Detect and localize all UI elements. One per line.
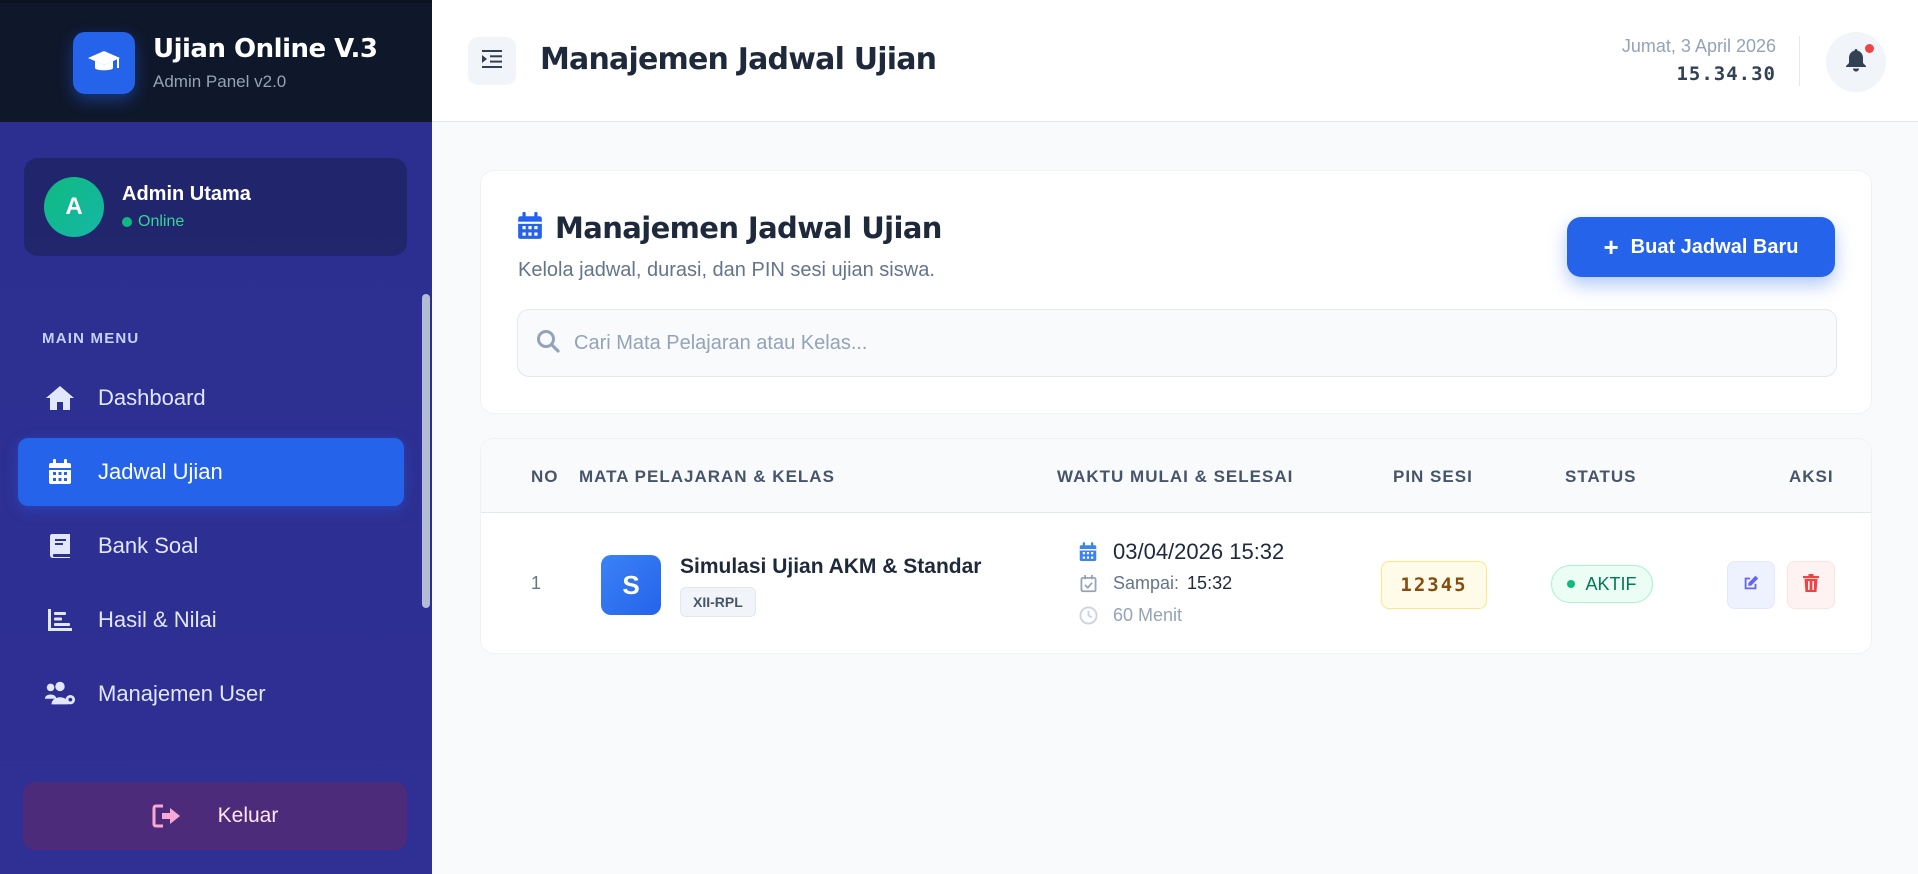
graduation-cap-icon: [73, 31, 135, 94]
home-icon: [44, 382, 76, 414]
sidebar-item-manajemen-user[interactable]: Manajemen User: [18, 660, 404, 728]
class-badge: XII-RPL: [680, 587, 756, 617]
column-header-status: STATUS: [1565, 467, 1637, 486]
subject-avatar: S: [601, 555, 661, 615]
book-icon: [44, 530, 76, 562]
datetime: Jumat, 3 April 2026 15.34.30: [1622, 36, 1776, 85]
brand-subtitle: Admin Panel v2.0: [153, 71, 287, 91]
menu-section-label: MAIN MENU: [42, 330, 140, 347]
sidebar-item-jadwal-ujian[interactable]: Jadwal Ujian: [18, 438, 404, 506]
sidebar-item-label: Manajemen User: [98, 681, 266, 706]
sidebar-item-bank-soal[interactable]: Bank Soal: [18, 512, 404, 580]
user-status: Online: [122, 213, 251, 231]
page-title: Manajemen Jadwal Ujian: [540, 42, 937, 77]
section-title: Manajemen Jadwal Ujian: [517, 211, 942, 245]
user-card: A Admin Utama Online: [24, 158, 407, 256]
column-header-time: WAKTU MULAI & SELESAI: [1057, 467, 1294, 486]
notification-badge: [1865, 44, 1874, 53]
duration-value: 60 Menit: [1113, 605, 1183, 625]
end-time-value: 15:32: [1187, 573, 1233, 593]
logout-icon: [152, 804, 182, 828]
start-time: 03/04/2026 15:32: [1077, 539, 1284, 565]
sidebar-item-label: Hasil & Nilai: [98, 607, 217, 632]
column-header-pin: PIN SESI: [1393, 467, 1473, 486]
status-badge: AKTIF: [1551, 565, 1653, 603]
delete-button[interactable]: [1787, 561, 1835, 609]
brand-title: Ujian Online V.3: [153, 33, 378, 64]
bell-icon: [1845, 48, 1867, 77]
header-divider: [1799, 36, 1800, 86]
clock-icon: [1077, 606, 1099, 625]
column-header-action: AKSI: [1789, 467, 1834, 486]
row-number: 1: [531, 573, 542, 593]
section-title-text: Manajemen Jadwal Ujian: [555, 211, 942, 245]
session-pin: 12345: [1381, 561, 1487, 609]
calendar-icon: [517, 211, 543, 245]
user-name: Admin Utama: [122, 183, 251, 205]
brand: Ujian Online V.3 Admin Panel v2.0: [0, 0, 432, 122]
calendar-check-icon: [1077, 574, 1099, 593]
edit-button[interactable]: [1727, 561, 1775, 609]
schedule-header-card: Manajemen Jadwal Ujian Kelola jadwal, du…: [480, 170, 1872, 414]
edit-icon: [1742, 574, 1760, 597]
status-dot-icon: [1567, 580, 1576, 588]
calendar-icon: [1077, 542, 1099, 562]
duration: 60 Menit: [1077, 605, 1182, 626]
avatar: A: [44, 177, 104, 237]
user-status-label: Online: [138, 213, 185, 230]
chart-icon: [44, 604, 76, 636]
start-time-value: 03/04/2026 15:32: [1113, 539, 1285, 564]
column-header-no: NO: [531, 467, 559, 486]
logout-label: Keluar: [217, 804, 279, 827]
end-time-label: Sampai:: [1113, 573, 1180, 593]
section-subtitle: Kelola jadwal, durasi, dan PIN sesi ujia…: [518, 259, 935, 281]
main-menu: Dashboard Jadwal Ujian Bank Soal Hasil &…: [18, 364, 404, 734]
sidebar-item-label: Bank Soal: [98, 533, 199, 558]
current-time: 15.34.30: [1676, 63, 1776, 85]
column-header-subject: MATA PELAJARAN & KELAS: [579, 467, 835, 486]
notification-button[interactable]: [1826, 32, 1886, 92]
create-schedule-button[interactable]: + Buat Jadwal Baru: [1567, 217, 1835, 277]
calendar-icon: [44, 456, 76, 488]
logout-button[interactable]: Keluar: [23, 782, 407, 850]
create-schedule-label: Buat Jadwal Baru: [1630, 235, 1799, 258]
trash-icon: [1803, 573, 1819, 597]
schedule-table: NO MATA PELAJARAN & KELAS WAKTU MULAI & …: [480, 438, 1872, 654]
top-header: Manajemen Jadwal Ujian Jumat, 3 April 20…: [432, 0, 1918, 122]
current-date: Jumat, 3 April 2026: [1621, 36, 1776, 56]
table-header: NO MATA PELAJARAN & KELAS WAKTU MULAI & …: [481, 439, 1871, 513]
sidebar: Ujian Online V.3 Admin Panel v2.0 A Admi…: [0, 0, 432, 874]
online-dot-icon: [122, 217, 132, 227]
search-icon: [536, 329, 560, 358]
users-gear-icon: [44, 678, 76, 710]
sidebar-toggle-button[interactable]: [468, 37, 516, 85]
sidebar-item-label: Jadwal Ujian: [98, 459, 223, 484]
search-input[interactable]: [574, 331, 1774, 355]
sidebar-item-hasil-nilai[interactable]: Hasil & Nilai: [18, 586, 404, 654]
status-label: AKTIF: [1585, 573, 1637, 594]
table-row: 1 S Simulasi Ujian AKM & Standar XII-RPL…: [481, 513, 1871, 655]
indent-icon: [482, 49, 502, 73]
subject-name: Simulasi Ujian AKM & Standar: [680, 555, 982, 578]
sidebar-item-dashboard[interactable]: Dashboard: [18, 364, 404, 432]
end-time: Sampai: 15:32: [1077, 573, 1232, 594]
plus-icon: +: [1603, 231, 1619, 262]
sidebar-item-label: Dashboard: [98, 385, 206, 410]
sidebar-scrollbar[interactable]: [422, 294, 430, 608]
search-box: [517, 309, 1837, 377]
